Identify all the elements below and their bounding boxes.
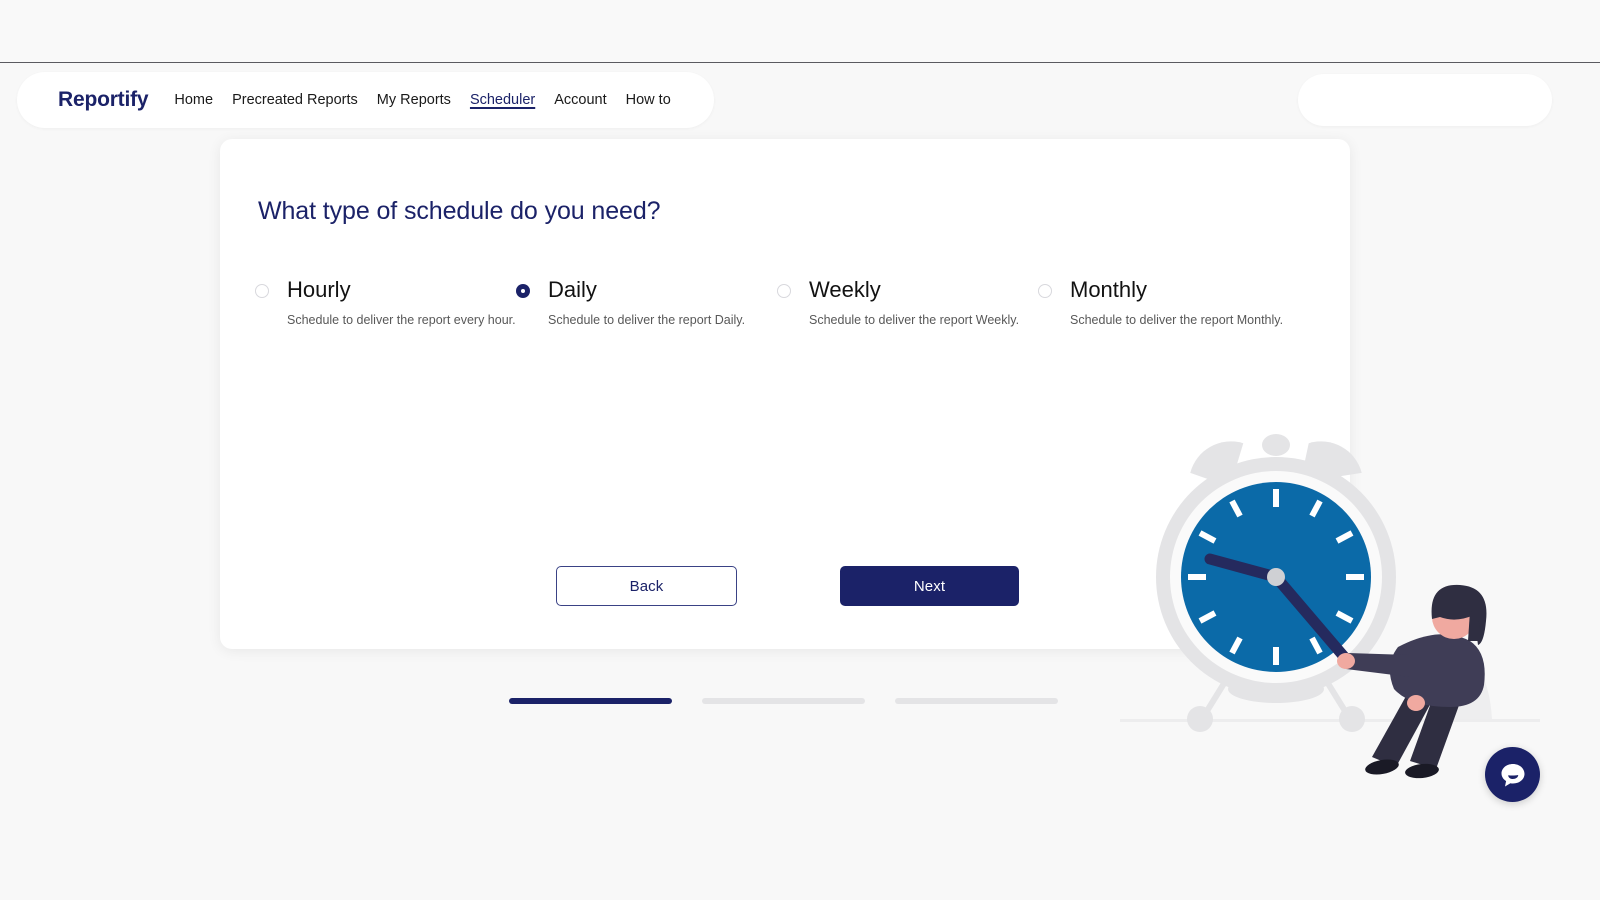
nav-link-my-reports[interactable]: My Reports xyxy=(377,92,451,108)
brand-logo[interactable]: Reportify xyxy=(58,88,149,112)
option-weekly-description: Schedule to deliver the report Weekly. xyxy=(809,313,1020,327)
option-monthly-description: Schedule to deliver the report Monthly. xyxy=(1070,313,1284,327)
option-daily-description: Schedule to deliver the report Daily. xyxy=(548,313,746,327)
step-bar-1[interactable] xyxy=(509,698,672,704)
option-hourly-description: Schedule to deliver the report every hou… xyxy=(287,313,516,327)
nav-link-home[interactable]: Home xyxy=(174,92,213,108)
radio-hourly[interactable] xyxy=(255,284,269,298)
page-title: What type of schedule do you need? xyxy=(258,197,661,225)
step-progress xyxy=(509,698,1058,704)
next-button[interactable]: Next xyxy=(840,566,1019,606)
step-bar-2[interactable] xyxy=(702,698,865,704)
step-bar-3[interactable] xyxy=(895,698,1058,704)
chat-bubble-icon xyxy=(1501,763,1524,786)
option-hourly-label: Hourly xyxy=(287,277,351,302)
option-weekly-head: Weekly xyxy=(777,279,1038,301)
option-weekly[interactable]: Weekly Schedule to deliver the report We… xyxy=(777,279,1038,328)
main-navbar: Reportify Home Precreated Reports My Rep… xyxy=(17,72,714,128)
nav-link-account[interactable]: Account xyxy=(554,92,606,108)
browser-top-strip xyxy=(0,0,1600,63)
option-hourly[interactable]: Hourly Schedule to deliver the report ev… xyxy=(255,279,516,328)
alarm-clock-illustration xyxy=(1120,419,1540,779)
radio-daily[interactable] xyxy=(516,284,530,298)
navbar-account-area[interactable] xyxy=(1298,74,1552,126)
schedule-type-card: What type of schedule do you need? Hourl… xyxy=(220,139,1540,779)
radio-monthly[interactable] xyxy=(1038,284,1052,298)
chat-widget-button[interactable] xyxy=(1485,747,1540,802)
nav-links: Home Precreated Reports My Reports Sched… xyxy=(174,92,670,108)
option-hourly-head: Hourly xyxy=(255,279,516,301)
option-monthly-head: Monthly xyxy=(1038,279,1299,301)
page-root: Reportify Home Precreated Reports My Rep… xyxy=(0,0,1600,900)
option-monthly[interactable]: Monthly Schedule to deliver the report M… xyxy=(1038,279,1299,328)
option-monthly-label: Monthly xyxy=(1070,277,1148,302)
nav-link-scheduler[interactable]: Scheduler xyxy=(470,92,535,108)
option-daily[interactable]: Daily Schedule to deliver the report Dai… xyxy=(516,279,777,328)
option-daily-head: Daily xyxy=(516,279,777,301)
nav-link-precreated-reports[interactable]: Precreated Reports xyxy=(232,92,358,108)
back-button[interactable]: Back xyxy=(556,566,737,606)
nav-link-how-to[interactable]: How to xyxy=(626,92,671,108)
option-daily-label: Daily xyxy=(548,277,597,302)
option-weekly-label: Weekly xyxy=(809,277,881,302)
schedule-type-options: Hourly Schedule to deliver the report ev… xyxy=(255,279,1325,328)
radio-weekly[interactable] xyxy=(777,284,791,298)
